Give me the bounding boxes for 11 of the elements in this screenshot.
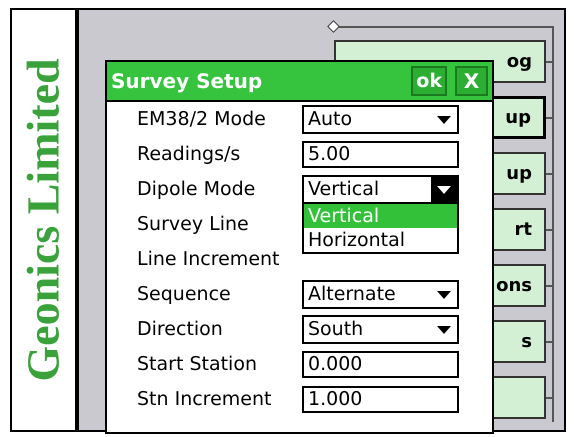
field-label: Survey Line: [137, 212, 250, 238]
field-label: Sequence: [137, 282, 232, 308]
field-label: Dipole Mode: [137, 177, 256, 202]
field-label: Line Increment: [137, 247, 280, 272]
field-label: Start Station: [137, 352, 258, 378]
field-label: Direction: [137, 317, 224, 342]
field-label: EM38/2 Mode: [137, 107, 267, 132]
field-label: Stn Increment: [137, 387, 272, 412]
field-label: Readings/s: [137, 142, 242, 168]
brand-text: Geonics Limited: [20, 58, 66, 382]
dialog-title: Survey Setup: [111, 68, 264, 95]
